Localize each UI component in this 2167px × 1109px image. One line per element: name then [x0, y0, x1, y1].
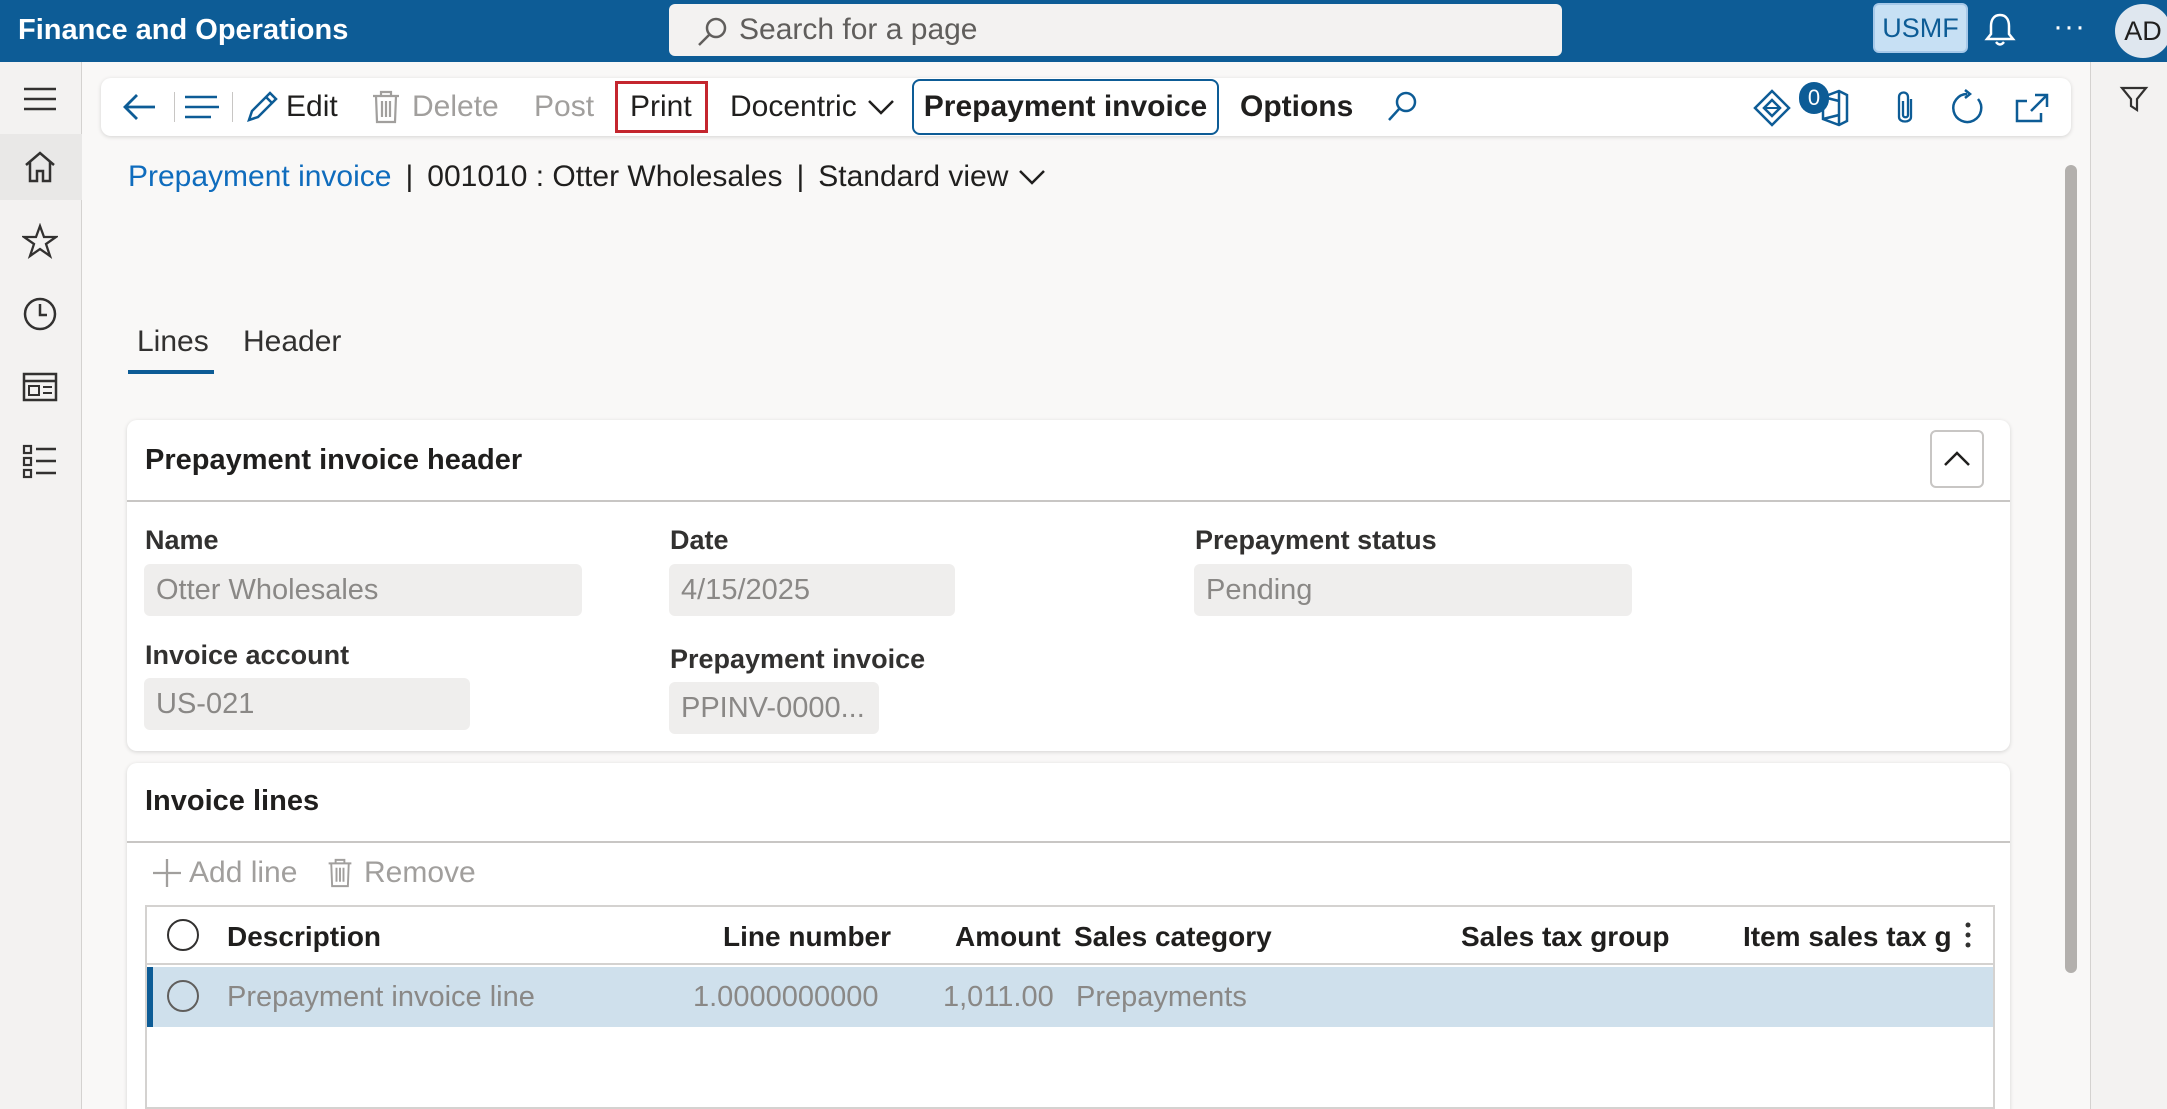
name-label: Name — [145, 525, 219, 555]
name-field[interactable]: Otter Wholesales — [144, 564, 582, 616]
vertical-scrollbar[interactable] — [2065, 165, 2077, 973]
action-menu-icon[interactable] — [183, 89, 221, 125]
prepayment-status-label: Prepayment status — [1195, 525, 1437, 555]
more-options-icon[interactable]: ··· — [2053, 10, 2086, 44]
divider — [127, 500, 2010, 502]
user-avatar[interactable]: AD — [2115, 4, 2167, 58]
column-header-sales-tax-group[interactable]: Sales tax group — [1461, 921, 1670, 953]
tab-header[interactable]: Header — [243, 325, 341, 359]
cell-line-number[interactable]: 1.0000000000 — [693, 981, 878, 1014]
prepayment-invoice-label: Prepayment invoice — [670, 644, 926, 674]
column-header-line-number[interactable]: Line number — [723, 921, 891, 953]
recent-clock-icon[interactable] — [21, 295, 59, 333]
column-header-description[interactable]: Description — [227, 921, 381, 953]
lines-card-title: Invoice lines — [145, 785, 320, 817]
cell-amount[interactable]: 1,011.00 — [943, 981, 1054, 1014]
breadcrumb-separator: | — [796, 160, 805, 193]
prepayment-invoice-field[interactable]: PPINV-0000... — [669, 682, 879, 734]
add-line-button[interactable]: Add line — [151, 856, 297, 890]
active-tab-indicator — [128, 370, 214, 374]
date-field[interactable]: 4/15/2025 — [669, 564, 955, 616]
date-label: Date — [670, 525, 729, 555]
left-navigation-pane — [0, 62, 82, 1109]
view-name: Standard view — [818, 160, 1009, 193]
add-line-label: Add line — [189, 856, 298, 889]
breadcrumb-separator: | — [405, 160, 414, 193]
filter-icon[interactable] — [2119, 84, 2149, 114]
right-filter-pane — [2090, 62, 2167, 1109]
remove-line-button[interactable]: Remove — [326, 856, 476, 890]
pencil-icon — [247, 91, 278, 122]
docentric-menu-button[interactable]: Docentric — [730, 78, 895, 136]
column-header-sales-category[interactable]: Sales category — [1074, 921, 1272, 953]
company-picker-button[interactable]: USMF — [1873, 3, 1968, 53]
back-arrow-icon[interactable] — [121, 89, 157, 125]
attachments-count-badge: 0 — [1799, 82, 1829, 114]
search-icon — [698, 17, 727, 46]
tab-options[interactable]: Options — [1240, 78, 1353, 136]
grid-header-row: Description Line number Amount Sales cat… — [147, 907, 1993, 965]
page-search-box[interactable] — [669, 4, 1562, 56]
invoice-account-field[interactable]: US-021 — [144, 678, 470, 730]
search-input[interactable] — [739, 12, 1539, 48]
post-button[interactable]: Post — [534, 78, 594, 136]
search-icon[interactable] — [1385, 89, 1419, 125]
collapse-button[interactable] — [1930, 430, 1984, 488]
divider — [174, 92, 175, 122]
cell-sales-category[interactable]: Prepayments — [1076, 981, 1247, 1014]
docentric-label: Docentric — [730, 90, 857, 123]
breadcrumb-record: 001010 : Otter Wholesales — [427, 160, 783, 193]
plus-icon — [153, 859, 181, 887]
prepayment-status-field[interactable]: Pending — [1194, 564, 1632, 616]
delete-button[interactable]: Delete — [370, 78, 499, 136]
invoice-account-label: Invoice account — [145, 640, 350, 670]
tab-prepayment-invoice[interactable]: Prepayment invoice — [912, 79, 1219, 135]
home-icon[interactable] — [21, 148, 59, 186]
delete-label: Delete — [412, 90, 499, 123]
tab-lines[interactable]: Lines — [137, 325, 209, 359]
action-pane: Edit Delete Post Print Docentric Prepaym… — [101, 78, 2071, 136]
edit-button[interactable]: Edit — [244, 78, 338, 136]
notification-bell-icon[interactable] — [1983, 12, 2017, 48]
open-in-new-window-icon[interactable] — [2013, 89, 2051, 125]
trash-icon — [373, 90, 399, 124]
chevron-down-icon — [1019, 170, 1046, 185]
prepayment-invoice-header-card: Prepayment invoice header Name Otter Who… — [127, 420, 2010, 751]
remove-label: Remove — [364, 856, 476, 889]
chevron-down-icon — [867, 100, 894, 115]
row-select-checkbox[interactable] — [167, 980, 199, 1012]
trash-icon — [328, 858, 352, 888]
menu-icon[interactable] — [21, 80, 59, 118]
invoice-lines-grid: Description Line number Amount Sales cat… — [145, 905, 1995, 1109]
table-row[interactable]: Prepayment invoice line 1.0000000000 1,0… — [147, 967, 1993, 1027]
header-card-title: Prepayment invoice header — [145, 444, 523, 476]
favorites-star-icon[interactable] — [21, 222, 59, 260]
attachments-paperclip-icon[interactable] — [1891, 89, 1919, 127]
breadcrumb: Prepayment invoice | 001010 : Otter Whol… — [128, 160, 1046, 194]
top-nav-bar: Finance and Operations USMF ··· AD — [0, 0, 2167, 62]
column-header-item-sales-tax-group[interactable]: Item sales tax gr — [1743, 921, 1952, 953]
select-all-checkbox[interactable] — [167, 919, 199, 951]
view-selector[interactable]: Standard view — [818, 160, 1046, 194]
chevron-up-icon — [1944, 451, 1970, 466]
power-apps-icon[interactable] — [1753, 89, 1791, 127]
column-options-icon[interactable] — [1963, 921, 1973, 951]
print-button[interactable]: Print — [630, 78, 692, 136]
cell-description[interactable]: Prepayment invoice line — [227, 981, 535, 1014]
divider — [232, 92, 233, 122]
modules-list-icon[interactable] — [21, 442, 59, 480]
column-header-amount[interactable]: Amount — [955, 921, 1061, 953]
edit-label: Edit — [286, 90, 338, 123]
workspaces-icon[interactable] — [21, 368, 59, 406]
refresh-icon[interactable] — [1948, 89, 1986, 127]
divider — [127, 841, 2010, 843]
app-title[interactable]: Finance and Operations — [18, 14, 348, 47]
breadcrumb-page-link[interactable]: Prepayment invoice — [128, 160, 391, 194]
